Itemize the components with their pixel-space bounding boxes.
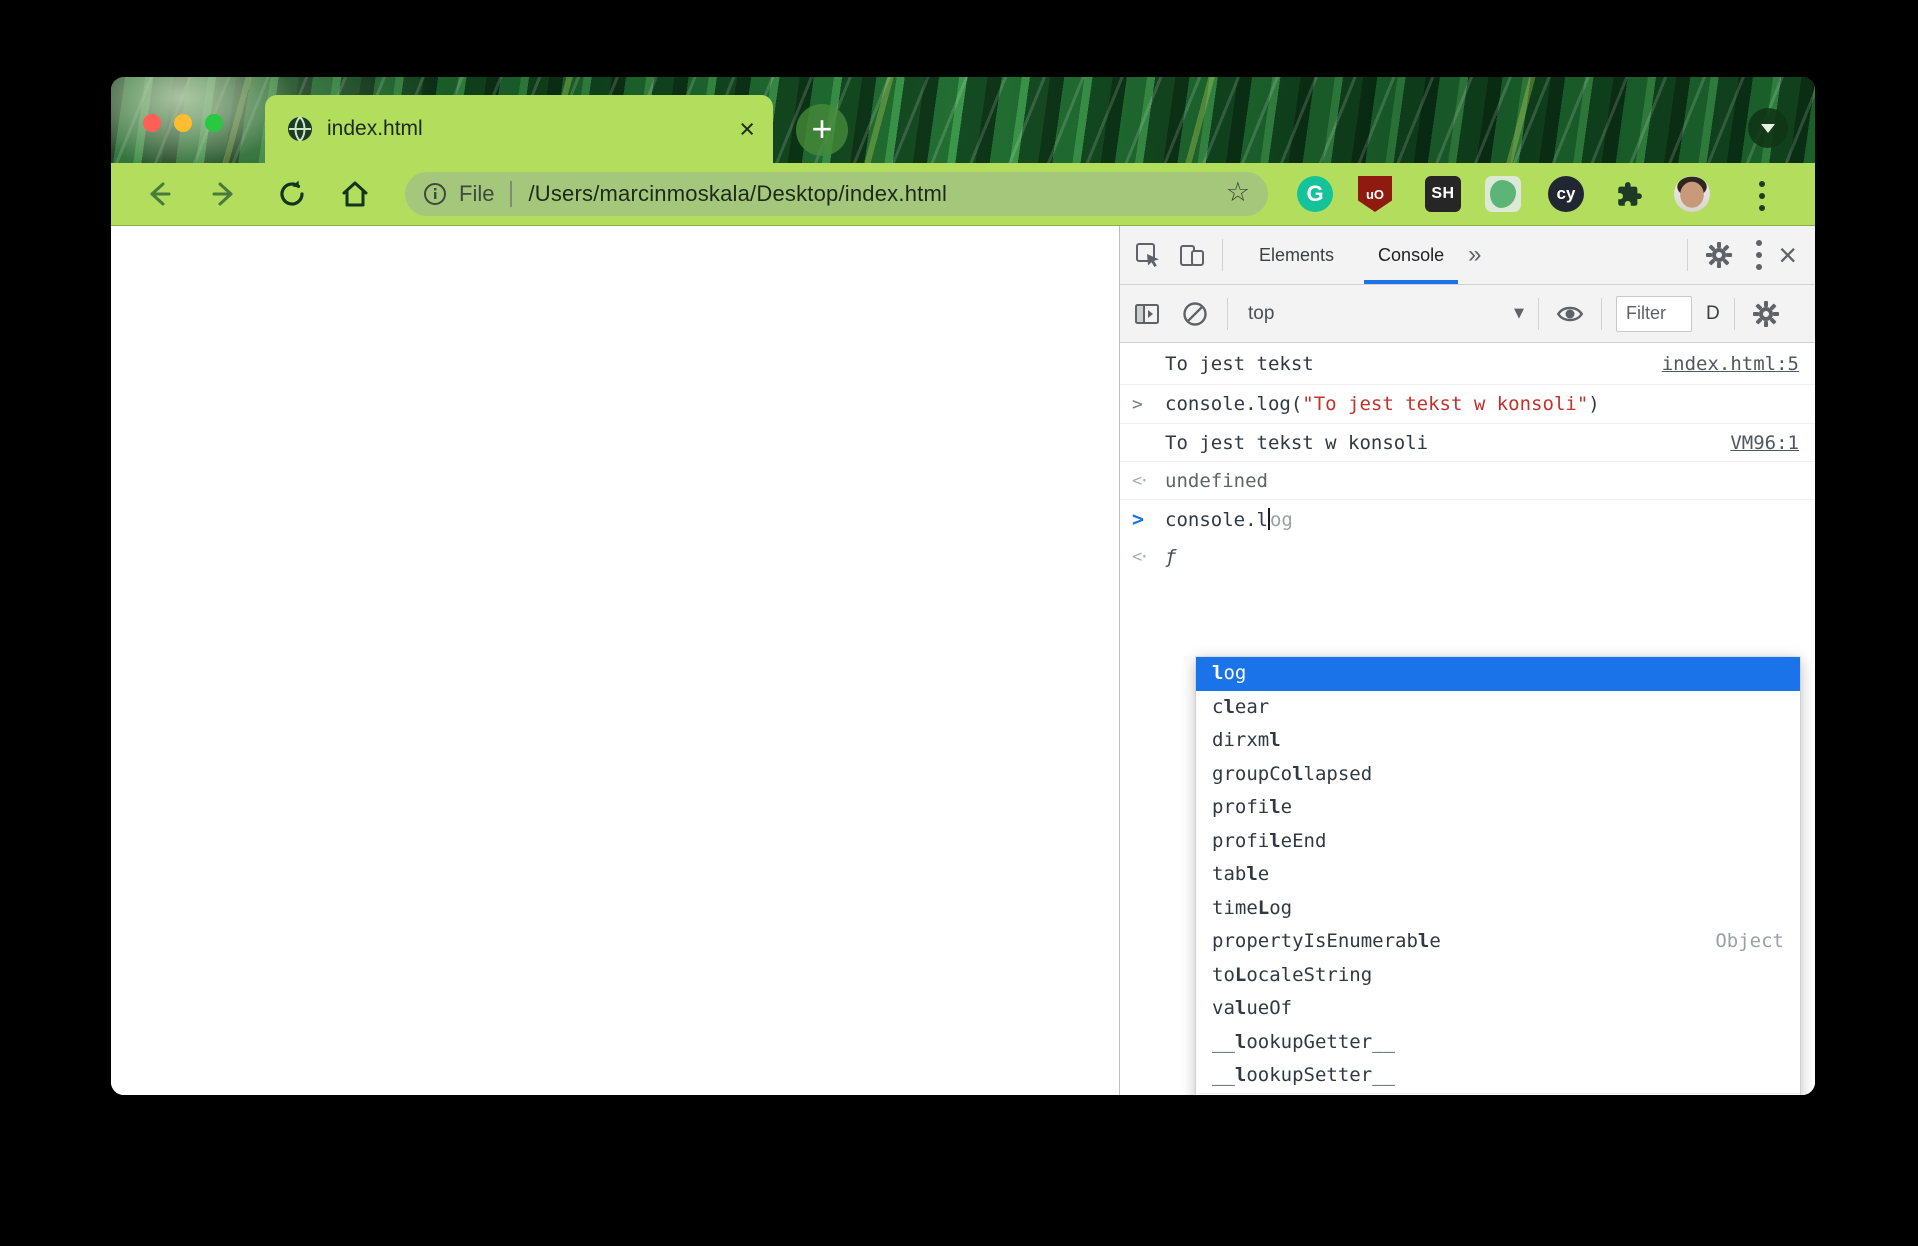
browser-toolbar: File /Users/marcinmoskala/Desktop/index.… xyxy=(111,163,1815,226)
log-levels-dropdown[interactable]: D xyxy=(1706,303,1720,325)
minimize-window-button[interactable] xyxy=(174,114,192,132)
globe-favicon-icon xyxy=(287,116,313,142)
divider xyxy=(1687,239,1688,271)
back-button[interactable] xyxy=(143,179,173,209)
console-toolbar: top ▼ D xyxy=(1120,285,1815,343)
console-result-row: <· undefined xyxy=(1120,462,1815,500)
return-value-icon: <· xyxy=(1132,538,1146,575)
cy-extension-icon[interactable]: cy xyxy=(1548,176,1584,212)
page-viewport xyxy=(111,226,1119,1095)
context-selector[interactable]: top ▼ xyxy=(1248,303,1524,325)
result-value: undefined xyxy=(1165,470,1268,492)
autocomplete-history-list: >log("To jest tekst w konsoli")>log((4 *… xyxy=(1196,1093,1800,1096)
autocomplete-item[interactable]: log xyxy=(1196,657,1800,691)
autocomplete-item[interactable]: table xyxy=(1196,858,1800,892)
info-icon[interactable] xyxy=(423,182,447,206)
settings-gear-icon[interactable] xyxy=(1704,240,1734,270)
tab-console[interactable]: Console xyxy=(1356,227,1466,284)
browser-tab[interactable]: index.html × xyxy=(265,95,773,163)
eye-icon[interactable] xyxy=(1555,299,1585,329)
browser-window: index.html × + xyxy=(111,77,1815,1095)
grammarly-extension-icon[interactable]: G xyxy=(1297,176,1333,212)
history-suggestion[interactable]: >log("To jest tekst w konsoli") xyxy=(1196,1093,1800,1096)
command-text: console.log("To jest tekst w konsoli") xyxy=(1165,393,1600,415)
context-selector-value: top xyxy=(1248,303,1274,325)
console-log-row: To jest tekst w konsoli VM96:1 xyxy=(1120,424,1815,462)
profile-chip-button[interactable] xyxy=(1748,108,1788,148)
function-preview: ƒ xyxy=(1165,546,1176,568)
eval-preview-row: <· ƒ xyxy=(1120,538,1815,575)
autocomplete-item[interactable]: propertyIsEnumerableObject xyxy=(1196,925,1800,959)
console-log-row: To jest tekst index.html:5 xyxy=(1120,343,1815,385)
close-window-button[interactable] xyxy=(143,114,161,132)
autocomplete-item[interactable]: timeLog xyxy=(1196,892,1800,926)
autocomplete-list: logcleardirxmlgroupCollapsedprofileprofi… xyxy=(1196,657,1800,1093)
browser-menu-icon[interactable] xyxy=(1759,181,1765,211)
address-separator xyxy=(510,181,512,207)
address-bar[interactable]: File /Users/marcinmoskala/Desktop/index.… xyxy=(405,172,1268,216)
log-text: To jest tekst w konsoli xyxy=(1165,432,1428,454)
content-area: Elements Console » xyxy=(111,226,1815,1095)
devtools-panel: Elements Console » xyxy=(1119,226,1815,1095)
source-link[interactable]: VM96:1 xyxy=(1730,432,1799,454)
command-chevron-icon: > xyxy=(1132,385,1143,423)
console-command-echo-row[interactable]: > console.log("To jest tekst w konsoli") xyxy=(1120,385,1815,424)
forward-button[interactable] xyxy=(210,179,240,209)
window-frame-header: index.html × + xyxy=(111,77,1815,163)
autocomplete-item[interactable]: __lookupGetter__ xyxy=(1196,1026,1800,1060)
autocomplete-item[interactable]: clear xyxy=(1196,691,1800,725)
reload-button[interactable] xyxy=(277,179,307,209)
autocomplete-dropdown: logcleardirxmlgroupCollapsedprofileprofi… xyxy=(1196,657,1800,1095)
new-tab-button[interactable]: + xyxy=(796,104,848,156)
autocomplete-item[interactable]: profileEnd xyxy=(1196,825,1800,859)
zoom-window-button[interactable] xyxy=(205,114,223,132)
divider xyxy=(1601,298,1602,330)
bookmark-star-icon[interactable]: ☆ xyxy=(1226,177,1250,208)
autocomplete-item[interactable]: __lookupSetter__ xyxy=(1196,1059,1800,1093)
sh-extension-icon[interactable]: SH xyxy=(1425,176,1461,212)
source-link[interactable]: index.html:5 xyxy=(1662,353,1799,375)
url-scheme-label: File xyxy=(459,181,494,207)
divider xyxy=(1222,239,1223,271)
autocomplete-item[interactable]: profile xyxy=(1196,791,1800,825)
more-tabs-icon[interactable]: » xyxy=(1468,241,1481,269)
tab-title: index.html xyxy=(327,117,739,141)
device-toolbar-icon[interactable] xyxy=(1178,241,1206,269)
console-messages: To jest tekst index.html:5 > console.log… xyxy=(1120,343,1815,1095)
log-text: To jest tekst xyxy=(1165,353,1314,375)
divider xyxy=(1538,298,1539,330)
return-value-icon: <· xyxy=(1132,462,1146,499)
filter-input[interactable] xyxy=(1616,296,1692,332)
url-path[interactable]: /Users/marcinmoskala/Desktop/index.html xyxy=(528,181,947,207)
autocomplete-item[interactable]: valueOf xyxy=(1196,992,1800,1026)
divider xyxy=(1734,298,1735,330)
divider xyxy=(1227,298,1228,330)
console-input[interactable]: console.log xyxy=(1165,508,1293,531)
console-prompt-row[interactable]: > console.log xyxy=(1120,500,1815,538)
console-settings-gear-icon[interactable] xyxy=(1751,299,1781,329)
clear-console-icon[interactable] xyxy=(1181,300,1209,328)
home-button[interactable] xyxy=(340,179,370,209)
devtools-close-icon[interactable]: × xyxy=(1778,239,1797,271)
prompt-chevron-icon: > xyxy=(1132,500,1144,538)
autocomplete-annotation: Object xyxy=(1715,925,1784,959)
dropdown-arrow-icon: ▼ xyxy=(1514,306,1524,321)
chevron-down-icon xyxy=(1761,124,1775,133)
autocomplete-item[interactable]: toLocaleString xyxy=(1196,959,1800,993)
devtools-tabbar: Elements Console » xyxy=(1120,226,1815,285)
tab-close-icon[interactable]: × xyxy=(739,116,755,143)
tab-elements[interactable]: Elements xyxy=(1237,227,1356,284)
extensions-puzzle-icon[interactable] xyxy=(1611,176,1647,212)
autocomplete-item[interactable]: groupCollapsed xyxy=(1196,758,1800,792)
inspect-element-icon[interactable] xyxy=(1134,241,1162,269)
console-sidebar-icon[interactable] xyxy=(1133,300,1161,328)
chevron-right-icon: > xyxy=(1208,1094,1219,1096)
devtools-menu-icon[interactable] xyxy=(1756,240,1762,270)
ublock-extension-icon[interactable]: uO xyxy=(1358,176,1392,212)
green-extension-icon[interactable] xyxy=(1485,176,1521,212)
autocomplete-item[interactable]: dirxml xyxy=(1196,724,1800,758)
profile-avatar[interactable] xyxy=(1674,176,1710,212)
screenshot-stage: index.html × + xyxy=(0,0,1918,1246)
traffic-lights xyxy=(143,114,223,132)
